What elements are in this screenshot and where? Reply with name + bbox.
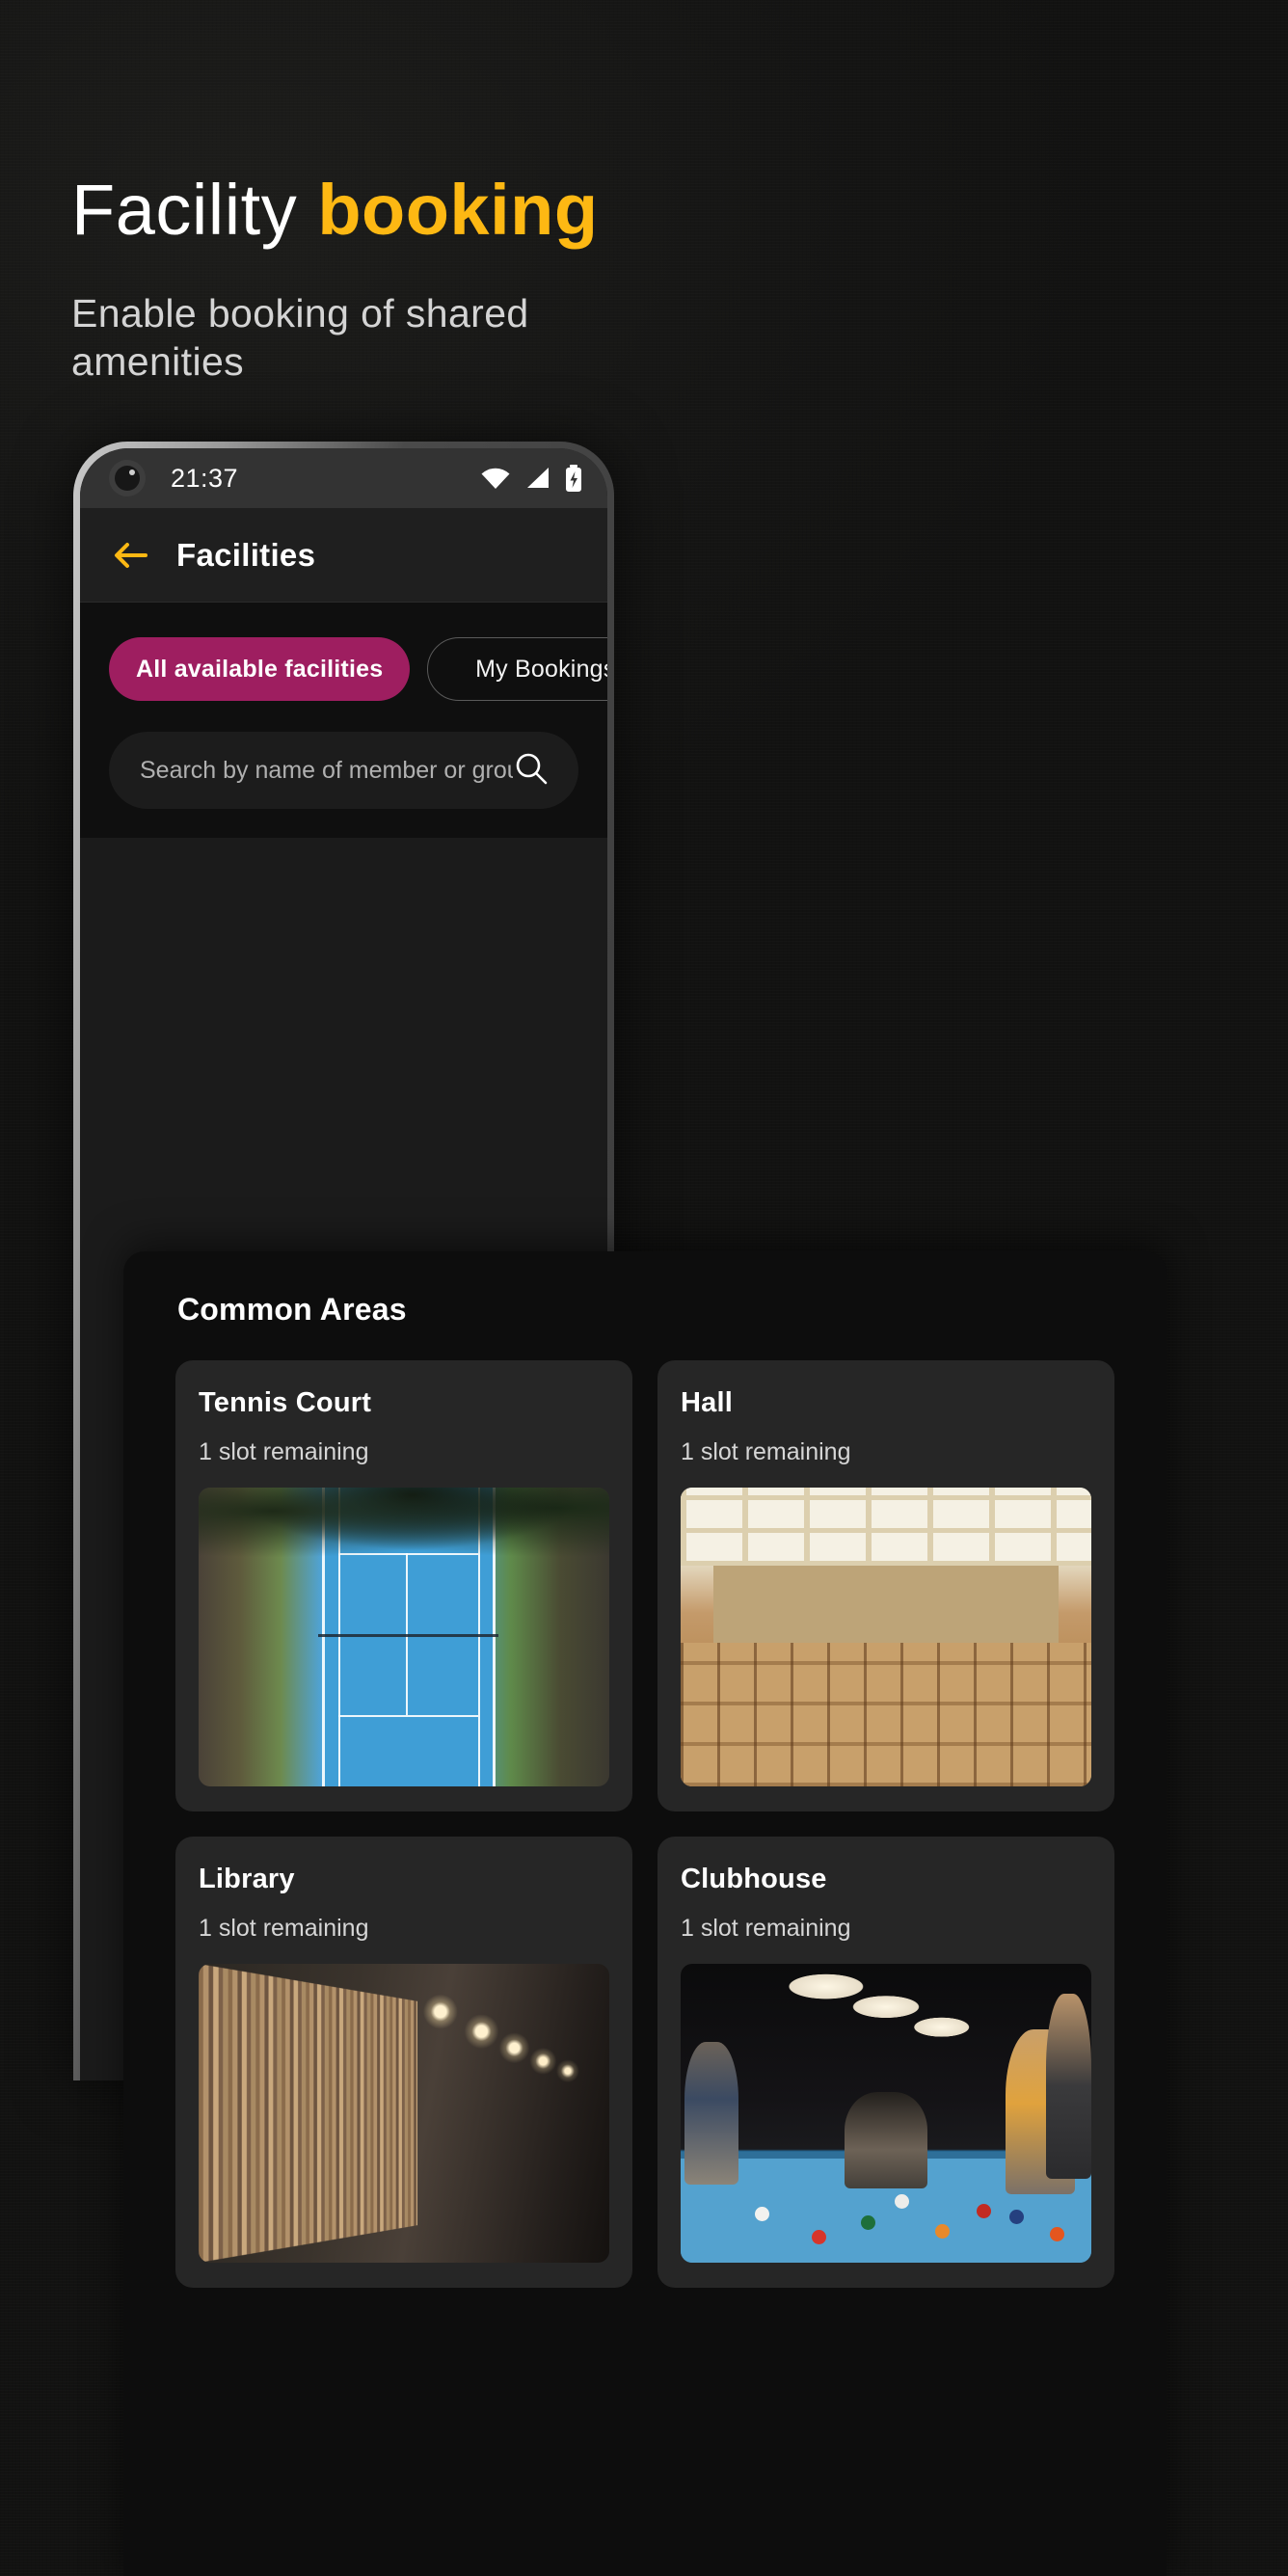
facility-card-title: Library [199,1864,295,1894]
auditorium-hall-image [681,1488,1091,1786]
tab-my-bookings[interactable]: My Bookings [427,637,607,701]
back-arrow-icon[interactable] [113,540,149,571]
page-title: Facility booking [71,172,611,249]
page-title-plain: Facility [71,170,318,250]
page-subtitle: Enable booking of shared amenities [71,290,529,384]
front-camera-punchhole-icon [109,460,146,496]
facility-card-slots: 1 slot remaining [681,1915,851,1942]
hero-section: Facility booking Enable booking of share… [71,172,611,386]
section-title-common-areas: Common Areas [177,1292,407,1327]
status-bar-icons [480,465,582,492]
cellular-signal-icon [525,467,550,490]
library-image [199,1964,609,2263]
marketing-page: Facility booking Enable booking of share… [0,0,1288,2576]
wifi-icon [480,467,511,490]
facility-tabs: All available facilities My Bookings [80,603,607,701]
tab-label: All available facilities [136,655,384,683]
facility-card-library[interactable]: Library 1 slot remaining [175,1837,632,2288]
app-bar: Facilities [80,508,607,603]
facilities-content-panel: Common Areas Tennis Court 1 slot remaini… [123,1251,1167,2576]
facility-card-hall[interactable]: Hall 1 slot remaining [657,1360,1114,1811]
facility-card-title: Hall [681,1387,733,1418]
facility-card-slots: 1 slot remaining [199,1438,369,1465]
clubhouse-billiards-image [681,1964,1091,2263]
status-bar: 21:37 [80,448,607,508]
search-section [80,701,607,838]
search-bar[interactable] [109,732,578,809]
facility-card-slots: 1 slot remaining [199,1915,369,1942]
facility-card-slots: 1 slot remaining [681,1438,851,1465]
page-title-accent: booking [317,170,599,250]
facility-card-title: Tennis Court [199,1387,372,1418]
facility-card-grid: Tennis Court 1 slot remaining Hall 1 slo… [158,1360,1132,2288]
search-input[interactable] [140,756,513,785]
tennis-court-image [199,1488,609,1786]
page-header-title: Facilities [176,536,316,573]
status-bar-clock: 21:37 [171,463,239,493]
facility-card-clubhouse[interactable]: Clubhouse 1 slot remaining [657,1837,1114,2288]
search-icon[interactable] [513,750,550,792]
battery-charging-icon [565,465,582,492]
tab-label: My Bookings [475,655,607,683]
tab-all-available-facilities[interactable]: All available facilities [109,637,411,701]
facility-card-title: Clubhouse [681,1864,827,1894]
facility-card-tennis-court[interactable]: Tennis Court 1 slot remaining [175,1360,632,1811]
